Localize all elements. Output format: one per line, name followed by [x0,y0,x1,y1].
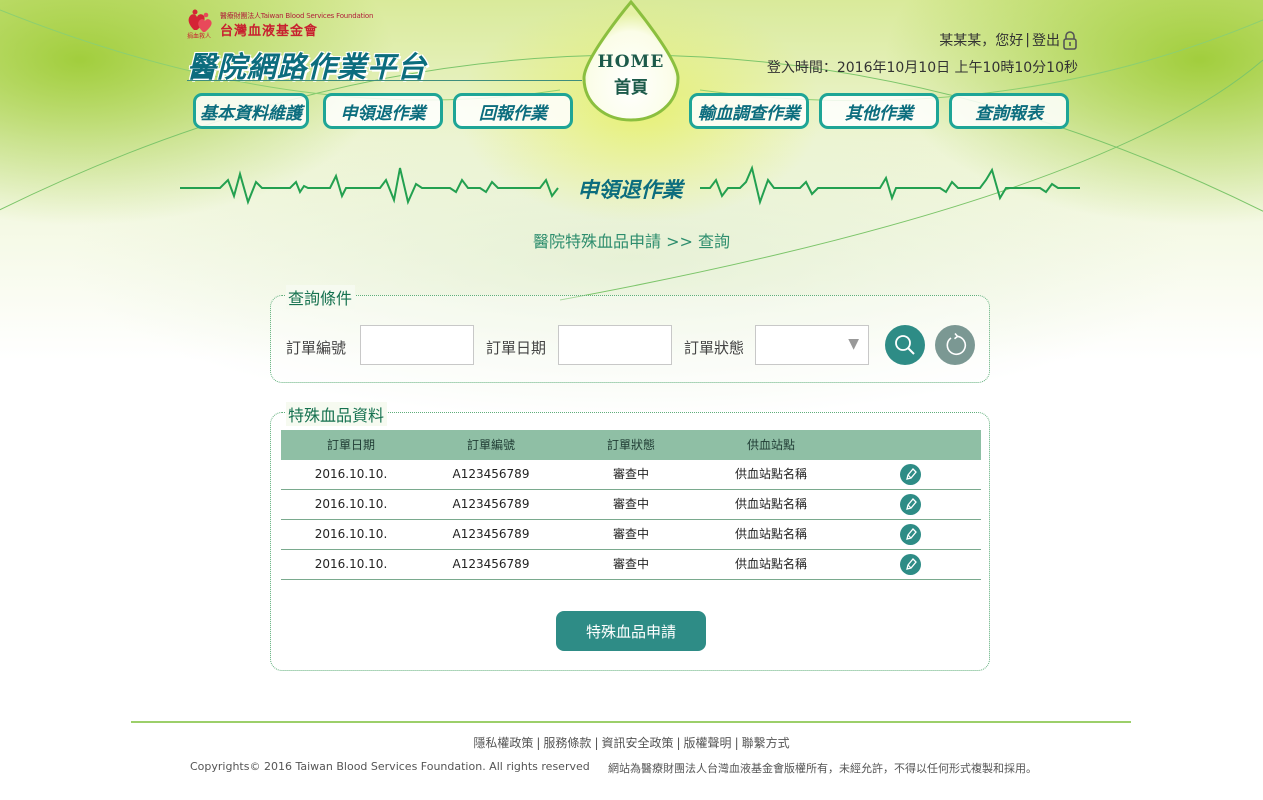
footer-separator: | [594,736,599,750]
nav-query-report[interactable]: 查詢報表 [949,93,1069,129]
edit-pen-icon[interactable] [900,554,921,575]
col-order-date: 訂單日期 [326,438,375,452]
edit-pen-icon[interactable] [900,524,921,545]
breadcrumb: 醫院特殊血品申請 >> 查詢 [533,232,730,251]
table-row: 2016.10.10. A123456789 審查中 供血站點名稱 [281,520,981,550]
footer-divider [131,721,1131,723]
table-row: 2016.10.10. A123456789 審查中 供血站點名稱 [281,550,981,580]
cell-order-no: A123456789 [452,557,530,571]
cell-order-status: 審查中 [612,527,649,541]
order-status-select[interactable]: ▼ [755,325,869,365]
logout-link[interactable]: 登出 [1032,30,1060,50]
copyright-text: Copyrights© 2016 Taiwan Blood Services F… [190,760,590,773]
reset-button[interactable] [935,325,975,365]
col-blood-station: 供血站點 [746,438,795,452]
edit-pen-icon[interactable] [900,464,921,485]
order-status-label: 訂單狀態 [684,339,745,357]
logo-name: 台灣血液基金會 [220,24,319,39]
table-header: 訂單日期 訂單編號 訂單狀態 供血站點 [281,430,981,460]
login-time: 登入時間：2016年10月10日 上午10時10分10秒 [766,60,1078,76]
special-blood-apply-button[interactable]: 特殊血品申請 [556,611,706,651]
footer-link-contact[interactable]: 聯繫方式 [742,736,790,750]
cell-order-no: A123456789 [452,467,530,481]
user-separator: | [1025,32,1030,48]
query-conditions-panel: 查詢條件 訂單編號 訂單日期 訂單狀態 ▼ [270,285,990,383]
cell-order-status: 審查中 [612,557,649,571]
search-button[interactable] [885,325,925,365]
cell-order-status: 審查中 [612,497,649,511]
nav-report[interactable]: 回報作業 [453,93,573,129]
search-icon [895,335,915,355]
table-row: 2016.10.10. A123456789 審查中 供血站點名稱 [281,460,981,490]
cell-order-date: 2016.10.10. [314,527,388,541]
order-no-label: 訂單編號 [286,339,347,357]
cell-order-date: 2016.10.10. [314,467,388,481]
user-greeting: 某某某，您好 [939,33,1024,49]
footer-separator: | [676,736,681,750]
logo-tagline: 捐血救人 [187,33,212,40]
cell-order-status: 審查中 [612,467,649,481]
nav-other[interactable]: 其他作業 [819,93,939,129]
section-title: 申領退作業 [577,177,683,202]
copyright-notice: 網站為醫療財團法人台灣血液基金會版權所有，未經允許，不得以任何形式複製和採用。 [608,762,1037,775]
nav-transfusion-survey[interactable]: 輸血調查作業 [689,93,809,129]
cell-blood-station: 供血站點名稱 [734,527,807,541]
edit-pen-icon[interactable] [900,494,921,515]
footer-link-terms[interactable]: 服務條款 [543,736,591,750]
user-bar: 某某某，您好 | 登出 [939,30,1078,50]
query-legend: 查詢條件 [286,285,356,309]
cell-order-date: 2016.10.10. [314,497,388,511]
cell-blood-station: 供血站點名稱 [734,467,807,481]
cell-order-date: 2016.10.10. [314,557,388,571]
footer-link-security[interactable]: 資訊安全政策 [601,736,673,750]
col-order-no: 訂單編號 [466,438,515,452]
dropdown-arrow-icon: ▼ [848,336,859,352]
footer-links: 隱私權政策 | 服務條款 | 資訊安全政策 | 版權聲明 | 聯繫方式 [0,734,1263,751]
title-underline [187,80,582,81]
order-date-input[interactable] [558,325,672,365]
cell-order-no: A123456789 [452,497,530,511]
table-row: 2016.10.10. A123456789 審查中 供血站點名稱 [281,490,981,520]
footer-link-copyright[interactable]: 版權聲明 [684,736,732,750]
nav-claim-return[interactable]: 申領退作業 [323,93,443,129]
nav-basic-data[interactable]: 基本資料維護 [193,93,309,129]
results-legend: 特殊血品資料 [286,402,388,426]
cell-order-no: A123456789 [452,527,530,541]
col-order-status: 訂單狀態 [606,438,655,452]
cell-blood-station: 供血站點名稱 [734,497,807,511]
home-label-en[interactable]: HOME [578,52,684,72]
reset-icon [946,333,967,356]
cell-blood-station: 供血站點名稱 [734,557,807,571]
footer-separator: | [536,736,541,750]
home-label-cn[interactable]: 首頁 [578,73,684,98]
order-no-input[interactable] [360,325,474,365]
footer-separator: | [734,736,739,750]
footer-link-privacy[interactable]: 隱私權政策 [473,736,533,750]
lock-icon[interactable] [1062,30,1078,50]
order-date-label: 訂單日期 [486,339,547,357]
